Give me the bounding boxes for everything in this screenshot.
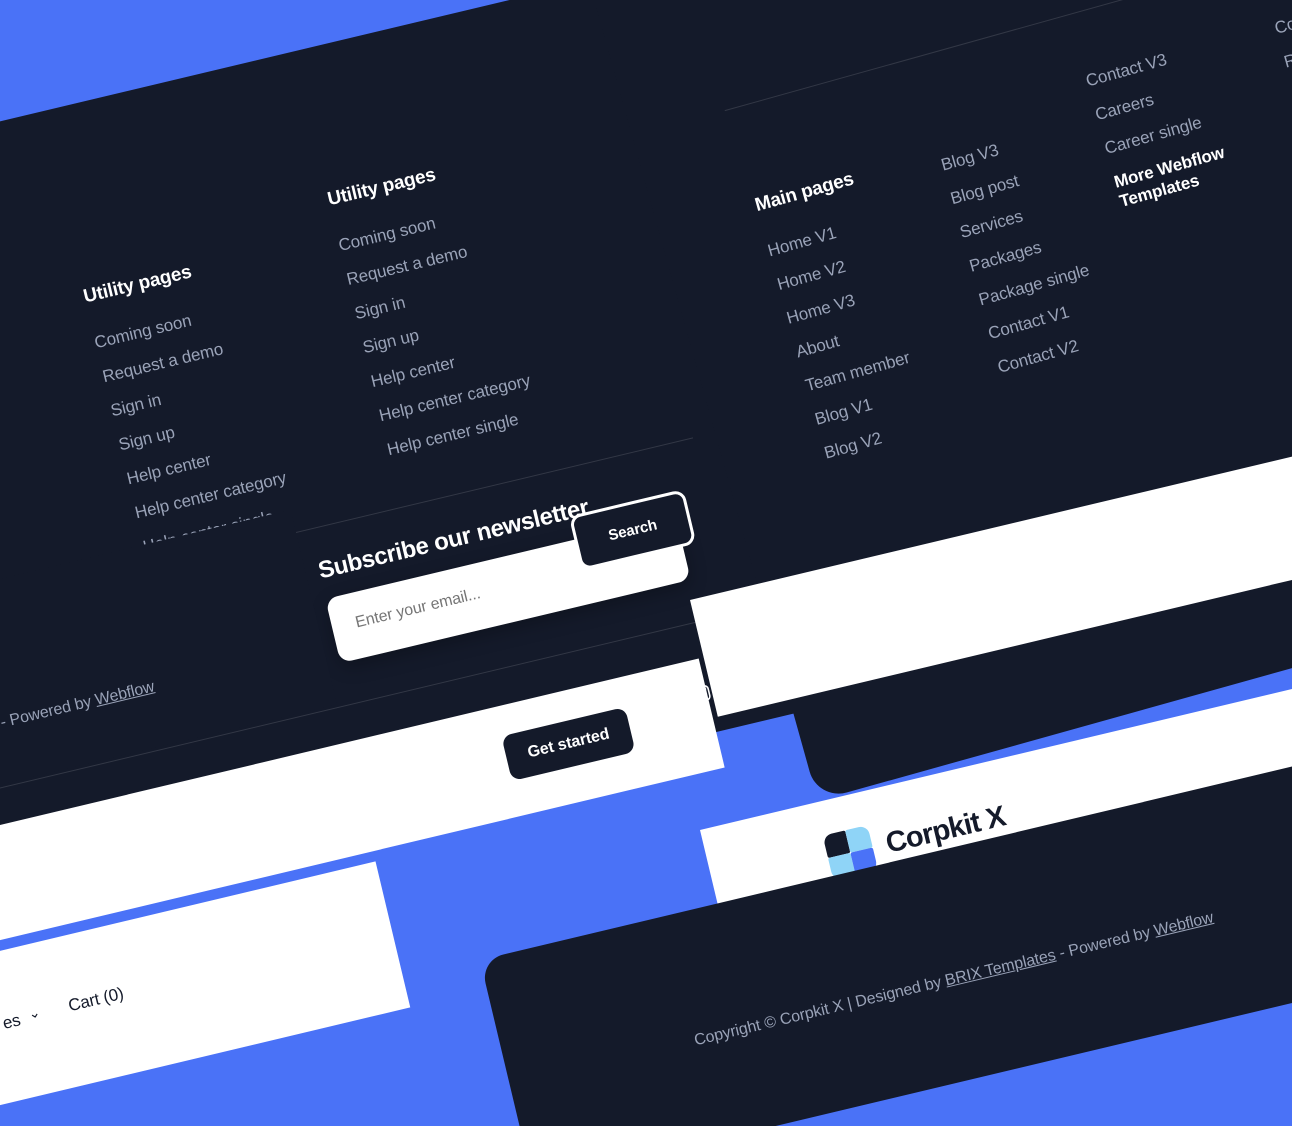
footer-column-careers: Contact V3 Careers Career single More We… <box>1084 40 1243 227</box>
copyright-full: Copyright © Corpkit X | Designed by BRIX… <box>693 909 1216 1050</box>
chevron-down-icon[interactable]: ⌄ <box>27 1004 42 1023</box>
cart-link[interactable]: Cart (0) <box>66 984 125 1016</box>
footer-link[interactable]: Coming soon <box>1272 0 1292 39</box>
footer-column-main-pages: Main pages Home V1 Home V2 Home V3 About… <box>753 167 935 478</box>
nav-item-services[interactable]: es <box>1 1010 23 1034</box>
copyright-mid: - Powered by <box>0 692 98 733</box>
webflow-link[interactable]: Webflow <box>1152 909 1215 940</box>
footer-column-blog: Blog V3 Blog post Services Packages Pack… <box>939 126 1115 393</box>
brix-templates-link[interactable]: BRIX Templates <box>943 947 1057 990</box>
get-started-button[interactable]: Get started <box>501 706 636 782</box>
page-title: Contact us for a free consultation <box>671 0 1148 7</box>
webflow-link[interactable]: Webflow <box>93 678 156 709</box>
copyright-prefix: Copyright © Corpkit X | Designed by <box>692 972 948 1050</box>
footer-column-utility-2: Utility pages Coming soon Request a demo… <box>325 154 544 475</box>
footer-column-utility-3: Utility pages Coming soon Request a demo… <box>1260 0 1292 256</box>
screenshot-canvas: Utility pages Coming soon Request a demo… <box>0 0 1292 1126</box>
newsletter-block: Subscribe our newsletter Search <box>316 470 711 664</box>
copyright-partial: emplates - Powered by Webflow <box>0 678 156 748</box>
copyright-mid: - Powered by <box>1053 923 1157 964</box>
column-title: Utility pages <box>325 164 438 211</box>
email-input[interactable] <box>351 560 584 634</box>
column-title: Main pages <box>752 168 857 217</box>
column-title: Utility pages <box>81 261 194 308</box>
